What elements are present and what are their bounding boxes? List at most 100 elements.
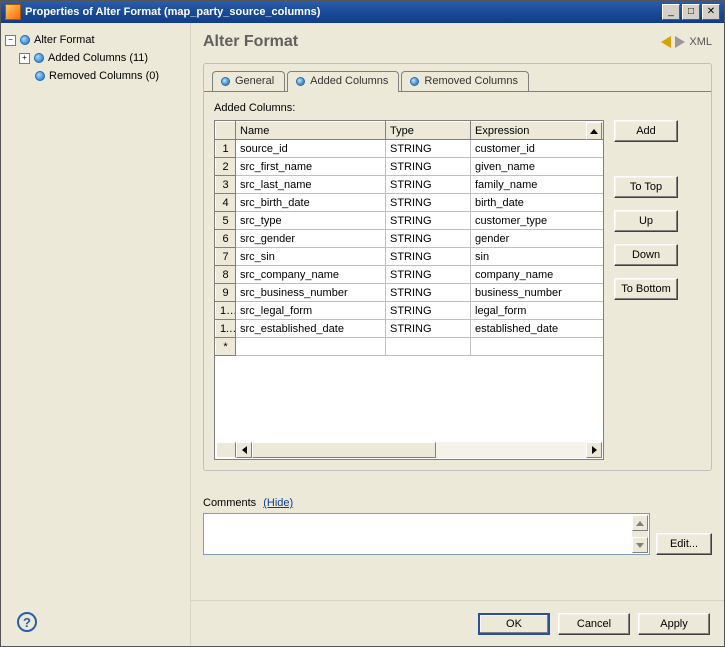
- row-number: 9: [216, 284, 236, 302]
- row-number: 1: [216, 140, 236, 158]
- scroll-left-button[interactable]: [236, 442, 252, 458]
- cell-type[interactable]: STRING: [386, 212, 471, 230]
- cell-name[interactable]: src_first_name: [236, 158, 386, 176]
- cell-name[interactable]: src_legal_form: [236, 302, 386, 320]
- cancel-button[interactable]: Cancel: [558, 613, 630, 635]
- node-icon: [34, 53, 44, 63]
- add-button[interactable]: Add: [614, 120, 678, 142]
- column-scroll-up-icon[interactable]: [586, 122, 602, 140]
- table-row[interactable]: 5src_typeSTRINGcustomer_type: [216, 212, 605, 230]
- cell-type[interactable]: STRING: [386, 302, 471, 320]
- cell-type[interactable]: STRING: [386, 140, 471, 158]
- cell-expression[interactable]: sin: [471, 248, 605, 266]
- cell-expression[interactable]: gender: [471, 230, 605, 248]
- apply-button[interactable]: Apply: [638, 613, 710, 635]
- node-icon: [20, 35, 30, 45]
- xml-label[interactable]: XML: [689, 36, 712, 48]
- row-number: 6: [216, 230, 236, 248]
- edit-comments-button[interactable]: Edit...: [656, 533, 712, 555]
- cell-name[interactable]: src_sin: [236, 248, 386, 266]
- table-row[interactable]: 8src_company_nameSTRINGcompany_name: [216, 266, 605, 284]
- table-row[interactable]: 1source_idSTRINGcustomer_id: [216, 140, 605, 158]
- cell-expression[interactable]: birth_date: [471, 194, 605, 212]
- comments-scroll-up[interactable]: [632, 515, 648, 531]
- table-row[interactable]: 3src_last_nameSTRINGfamily_name: [216, 176, 605, 194]
- cell-name[interactable]: source_id: [236, 140, 386, 158]
- cell-type[interactable]: STRING: [386, 248, 471, 266]
- cell-type[interactable]: STRING: [386, 284, 471, 302]
- grid-corner: [216, 442, 236, 458]
- tab-label: Removed Columns: [424, 75, 518, 87]
- horizontal-scrollbar[interactable]: [236, 442, 602, 458]
- grid-empty-area: [216, 368, 602, 442]
- table-row[interactable]: 4src_birth_dateSTRINGbirth_date: [216, 194, 605, 212]
- row-number: 4: [216, 194, 236, 212]
- cell-expression[interactable]: legal_form: [471, 302, 605, 320]
- cell-expression[interactable]: established_date: [471, 320, 605, 338]
- arrow-forward-icon[interactable]: [675, 36, 685, 48]
- tree-expand-icon[interactable]: +: [19, 53, 30, 64]
- column-header[interactable]: Type: [386, 122, 471, 140]
- close-button[interactable]: ✕: [702, 4, 720, 20]
- cell-name[interactable]: src_last_name: [236, 176, 386, 194]
- scroll-thumb[interactable]: [252, 442, 436, 458]
- to-bottom-button[interactable]: To Bottom: [614, 278, 678, 300]
- cell-type[interactable]: STRING: [386, 230, 471, 248]
- tree-collapse-icon[interactable]: −: [5, 35, 16, 46]
- cell-name[interactable]: src_company_name: [236, 266, 386, 284]
- column-header[interactable]: Expression: [471, 122, 605, 140]
- cell-expression[interactable]: company_name: [471, 266, 605, 284]
- cell-name[interactable]: src_business_number: [236, 284, 386, 302]
- help-icon[interactable]: ?: [17, 612, 37, 632]
- cell-expression[interactable]: customer_type: [471, 212, 605, 230]
- comments-scroll-down[interactable]: [632, 537, 648, 553]
- tree-child-added[interactable]: + Added Columns (11): [5, 49, 186, 67]
- tab-removed-columns[interactable]: Removed Columns: [401, 71, 529, 91]
- cell-name[interactable]: src_type: [236, 212, 386, 230]
- maximize-button[interactable]: □: [682, 4, 700, 20]
- up-button[interactable]: Up: [614, 210, 678, 232]
- cell-name[interactable]: src_gender: [236, 230, 386, 248]
- window-title: Properties of Alter Format (map_party_so…: [25, 6, 662, 18]
- table-row[interactable]: 2src_first_nameSTRINGgiven_name: [216, 158, 605, 176]
- cell-name[interactable]: src_established_date: [236, 320, 386, 338]
- arrow-back-icon[interactable]: [661, 36, 671, 48]
- comments-hide-link[interactable]: (Hide): [263, 497, 293, 509]
- scroll-right-button[interactable]: [586, 442, 602, 458]
- tab-group: General Added Columns Removed Columns Ad…: [203, 63, 712, 471]
- table-row[interactable]: 11src_established_dateSTRINGestablished_…: [216, 320, 605, 338]
- cell-expression[interactable]: given_name: [471, 158, 605, 176]
- tab-general[interactable]: General: [212, 71, 285, 91]
- ok-button[interactable]: OK: [478, 613, 550, 635]
- cell-expression[interactable]: customer_id: [471, 140, 605, 158]
- comments-textarea[interactable]: [203, 513, 650, 555]
- tree-root-row[interactable]: − Alter Format: [5, 31, 186, 49]
- table-new-row[interactable]: *: [216, 338, 605, 356]
- minimize-button[interactable]: _: [662, 4, 680, 20]
- cell-expression[interactable]: business_number: [471, 284, 605, 302]
- table-row[interactable]: 10src_legal_formSTRINGlegal_form: [216, 302, 605, 320]
- down-button[interactable]: Down: [614, 244, 678, 266]
- tree-pane: − Alter Format + Added Columns (11) Remo…: [1, 23, 191, 646]
- cell-expression[interactable]: family_name: [471, 176, 605, 194]
- data-grid[interactable]: NameTypeExpression1source_idSTRINGcustom…: [214, 120, 604, 460]
- cell-type[interactable]: STRING: [386, 158, 471, 176]
- tab-dot-icon: [221, 77, 230, 86]
- scroll-track[interactable]: [252, 442, 586, 458]
- cell-type[interactable]: STRING: [386, 194, 471, 212]
- table-row[interactable]: 9src_business_numberSTRINGbusiness_numbe…: [216, 284, 605, 302]
- cell-type[interactable]: STRING: [386, 266, 471, 284]
- window-app-icon: [5, 4, 21, 20]
- cell-name[interactable]: src_birth_date: [236, 194, 386, 212]
- tab-added-columns[interactable]: Added Columns: [287, 71, 399, 92]
- table-row[interactable]: 6src_genderSTRINGgender: [216, 230, 605, 248]
- tree-child-removed[interactable]: Removed Columns (0): [5, 67, 186, 85]
- row-number: 5: [216, 212, 236, 230]
- row-number: 8: [216, 266, 236, 284]
- cell-type[interactable]: STRING: [386, 176, 471, 194]
- cell-type[interactable]: STRING: [386, 320, 471, 338]
- to-top-button[interactable]: To Top: [614, 176, 678, 198]
- table-row[interactable]: 7src_sinSTRINGsin: [216, 248, 605, 266]
- table-title: Added Columns:: [214, 102, 701, 114]
- column-header[interactable]: Name: [236, 122, 386, 140]
